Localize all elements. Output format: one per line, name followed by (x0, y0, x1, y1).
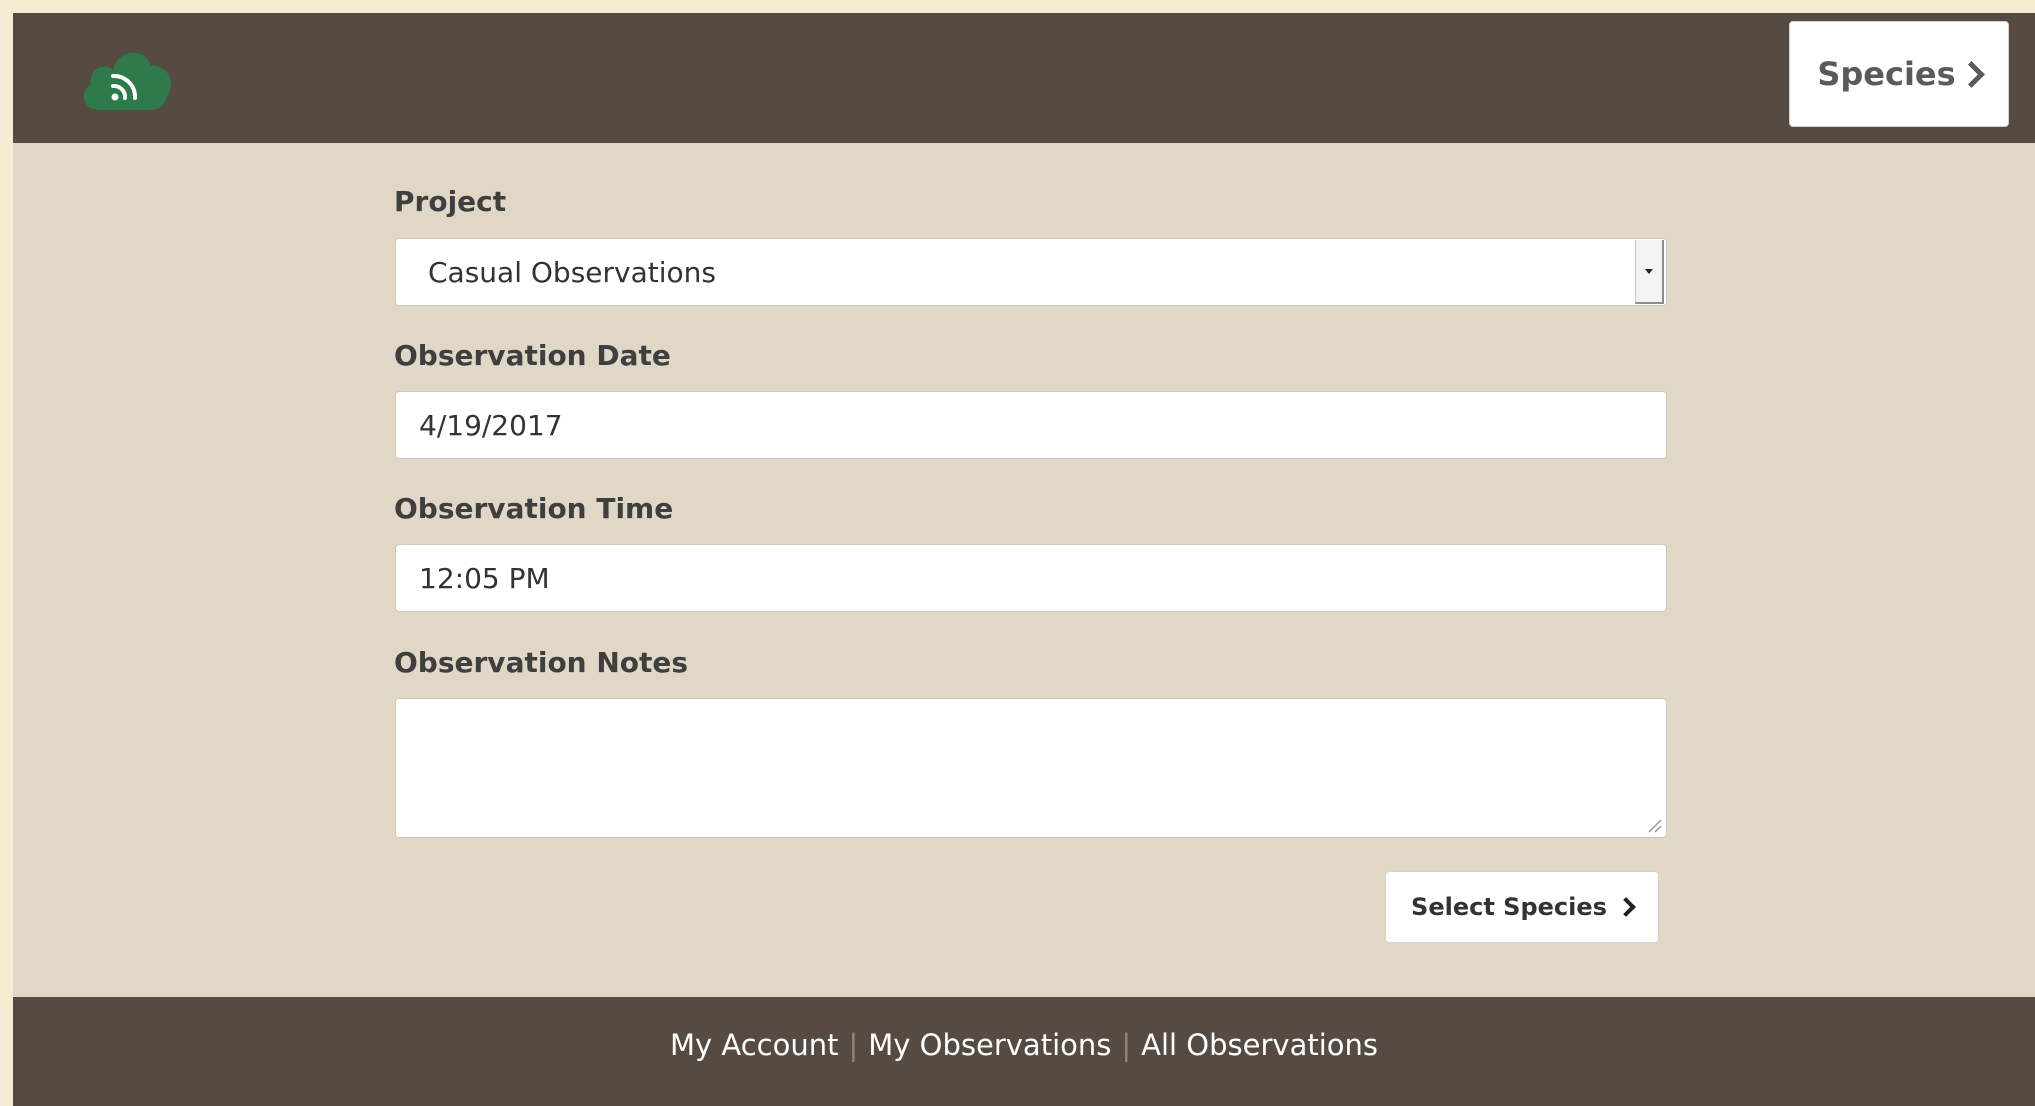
footer-link-my-observations[interactable]: My Observations (868, 1028, 1111, 1062)
observation-notes-label: Observation Notes (394, 646, 689, 679)
resize-grip-icon[interactable] (1644, 815, 1662, 833)
chevron-right-icon (1616, 897, 1636, 917)
species-button[interactable]: Species (1789, 21, 2009, 127)
project-select-value: Casual Observations (428, 255, 716, 289)
footer-link-my-account[interactable]: My Account (670, 1028, 839, 1062)
observation-date-input[interactable]: 4/19/2017 (395, 391, 1667, 459)
observation-time-label: Observation Time (394, 492, 674, 525)
app-frame: Species Project Casual Observations Obse… (13, 13, 2035, 1106)
species-button-label: Species (1817, 55, 1956, 93)
footer-link-all-observations[interactable]: All Observations (1141, 1028, 1378, 1062)
select-species-button[interactable]: Select Species (1385, 871, 1659, 943)
cloud-rss-icon[interactable] (79, 40, 175, 118)
observation-date-value: 4/19/2017 (419, 408, 563, 442)
chevron-right-icon (1957, 60, 1985, 88)
footer-separator: | (1121, 1027, 1132, 1062)
observation-date-label: Observation Date (394, 339, 671, 372)
select-species-label: Select Species (1411, 893, 1607, 921)
dropdown-arrow-icon[interactable] (1635, 240, 1664, 304)
project-select[interactable]: Casual Observations (395, 238, 1667, 306)
footer-bar: My Account | My Observations | All Obser… (13, 997, 2035, 1106)
footer-separator: | (848, 1027, 859, 1062)
header-bar: Species (13, 13, 2035, 143)
observation-time-value: 12:05 PM (419, 561, 550, 595)
project-label: Project (394, 185, 507, 218)
observation-notes-textarea[interactable] (395, 698, 1667, 838)
observation-time-input[interactable]: 12:05 PM (395, 544, 1667, 612)
